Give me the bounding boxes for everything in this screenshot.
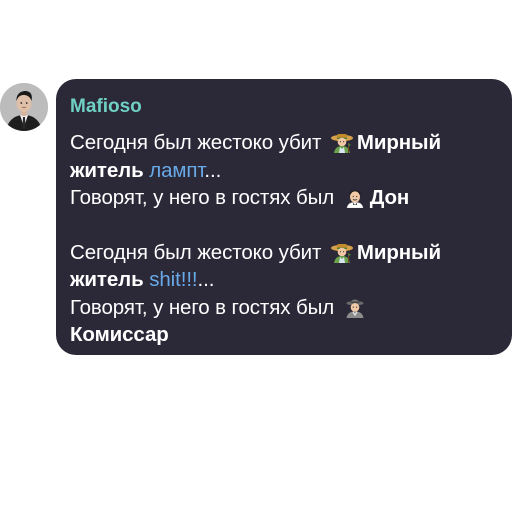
- farmer-icon: [329, 241, 355, 263]
- victim-mention[interactable]: лампт: [149, 159, 204, 182]
- visitor-role: Комиссар: [70, 323, 169, 346]
- message-line-text: Говорят, у него в гостях был: [70, 295, 340, 319]
- don-icon-svg: [346, 190, 363, 208]
- farmer-icon: [329, 131, 355, 153]
- victim-suffix: ...: [197, 268, 215, 291]
- message-line-text: Говорят, у него в гостях был: [70, 186, 340, 209]
- message-paragraph-2: Сегодня был жестоко убит Мирный житель s…: [70, 239, 496, 349]
- sender-name[interactable]: Mafioso: [70, 97, 496, 117]
- detective-icon-svg: [346, 299, 364, 318]
- message-line-text: Сегодня был жестоко убит: [70, 240, 327, 264]
- detective-icon: [342, 296, 368, 318]
- mafioso-avatar-icon: [0, 83, 48, 131]
- farmer-icon-svg: [330, 243, 353, 263]
- don-icon: [342, 186, 368, 208]
- farmer-icon-svg: [330, 134, 353, 153]
- visitor-role: Дон: [369, 186, 410, 209]
- message-line-text: Сегодня был жестоко убит: [70, 131, 327, 154]
- message-bubble[interactable]: Mafioso Сегодня был жестоко убит Мирный …: [56, 79, 512, 355]
- victim-suffix: ...: [204, 158, 222, 182]
- chat-canvas: Mafioso Сегодня был жестоко убит Мирный …: [0, 0, 512, 512]
- message-paragraph-1: Сегодня был жестоко убит Мирный житель л…: [70, 129, 496, 212]
- victim-mention[interactable]: shit!!!: [149, 268, 197, 291]
- sender-avatar[interactable]: [0, 83, 48, 131]
- message-text: Сегодня был жестоко убит Мирный житель л…: [70, 129, 496, 349]
